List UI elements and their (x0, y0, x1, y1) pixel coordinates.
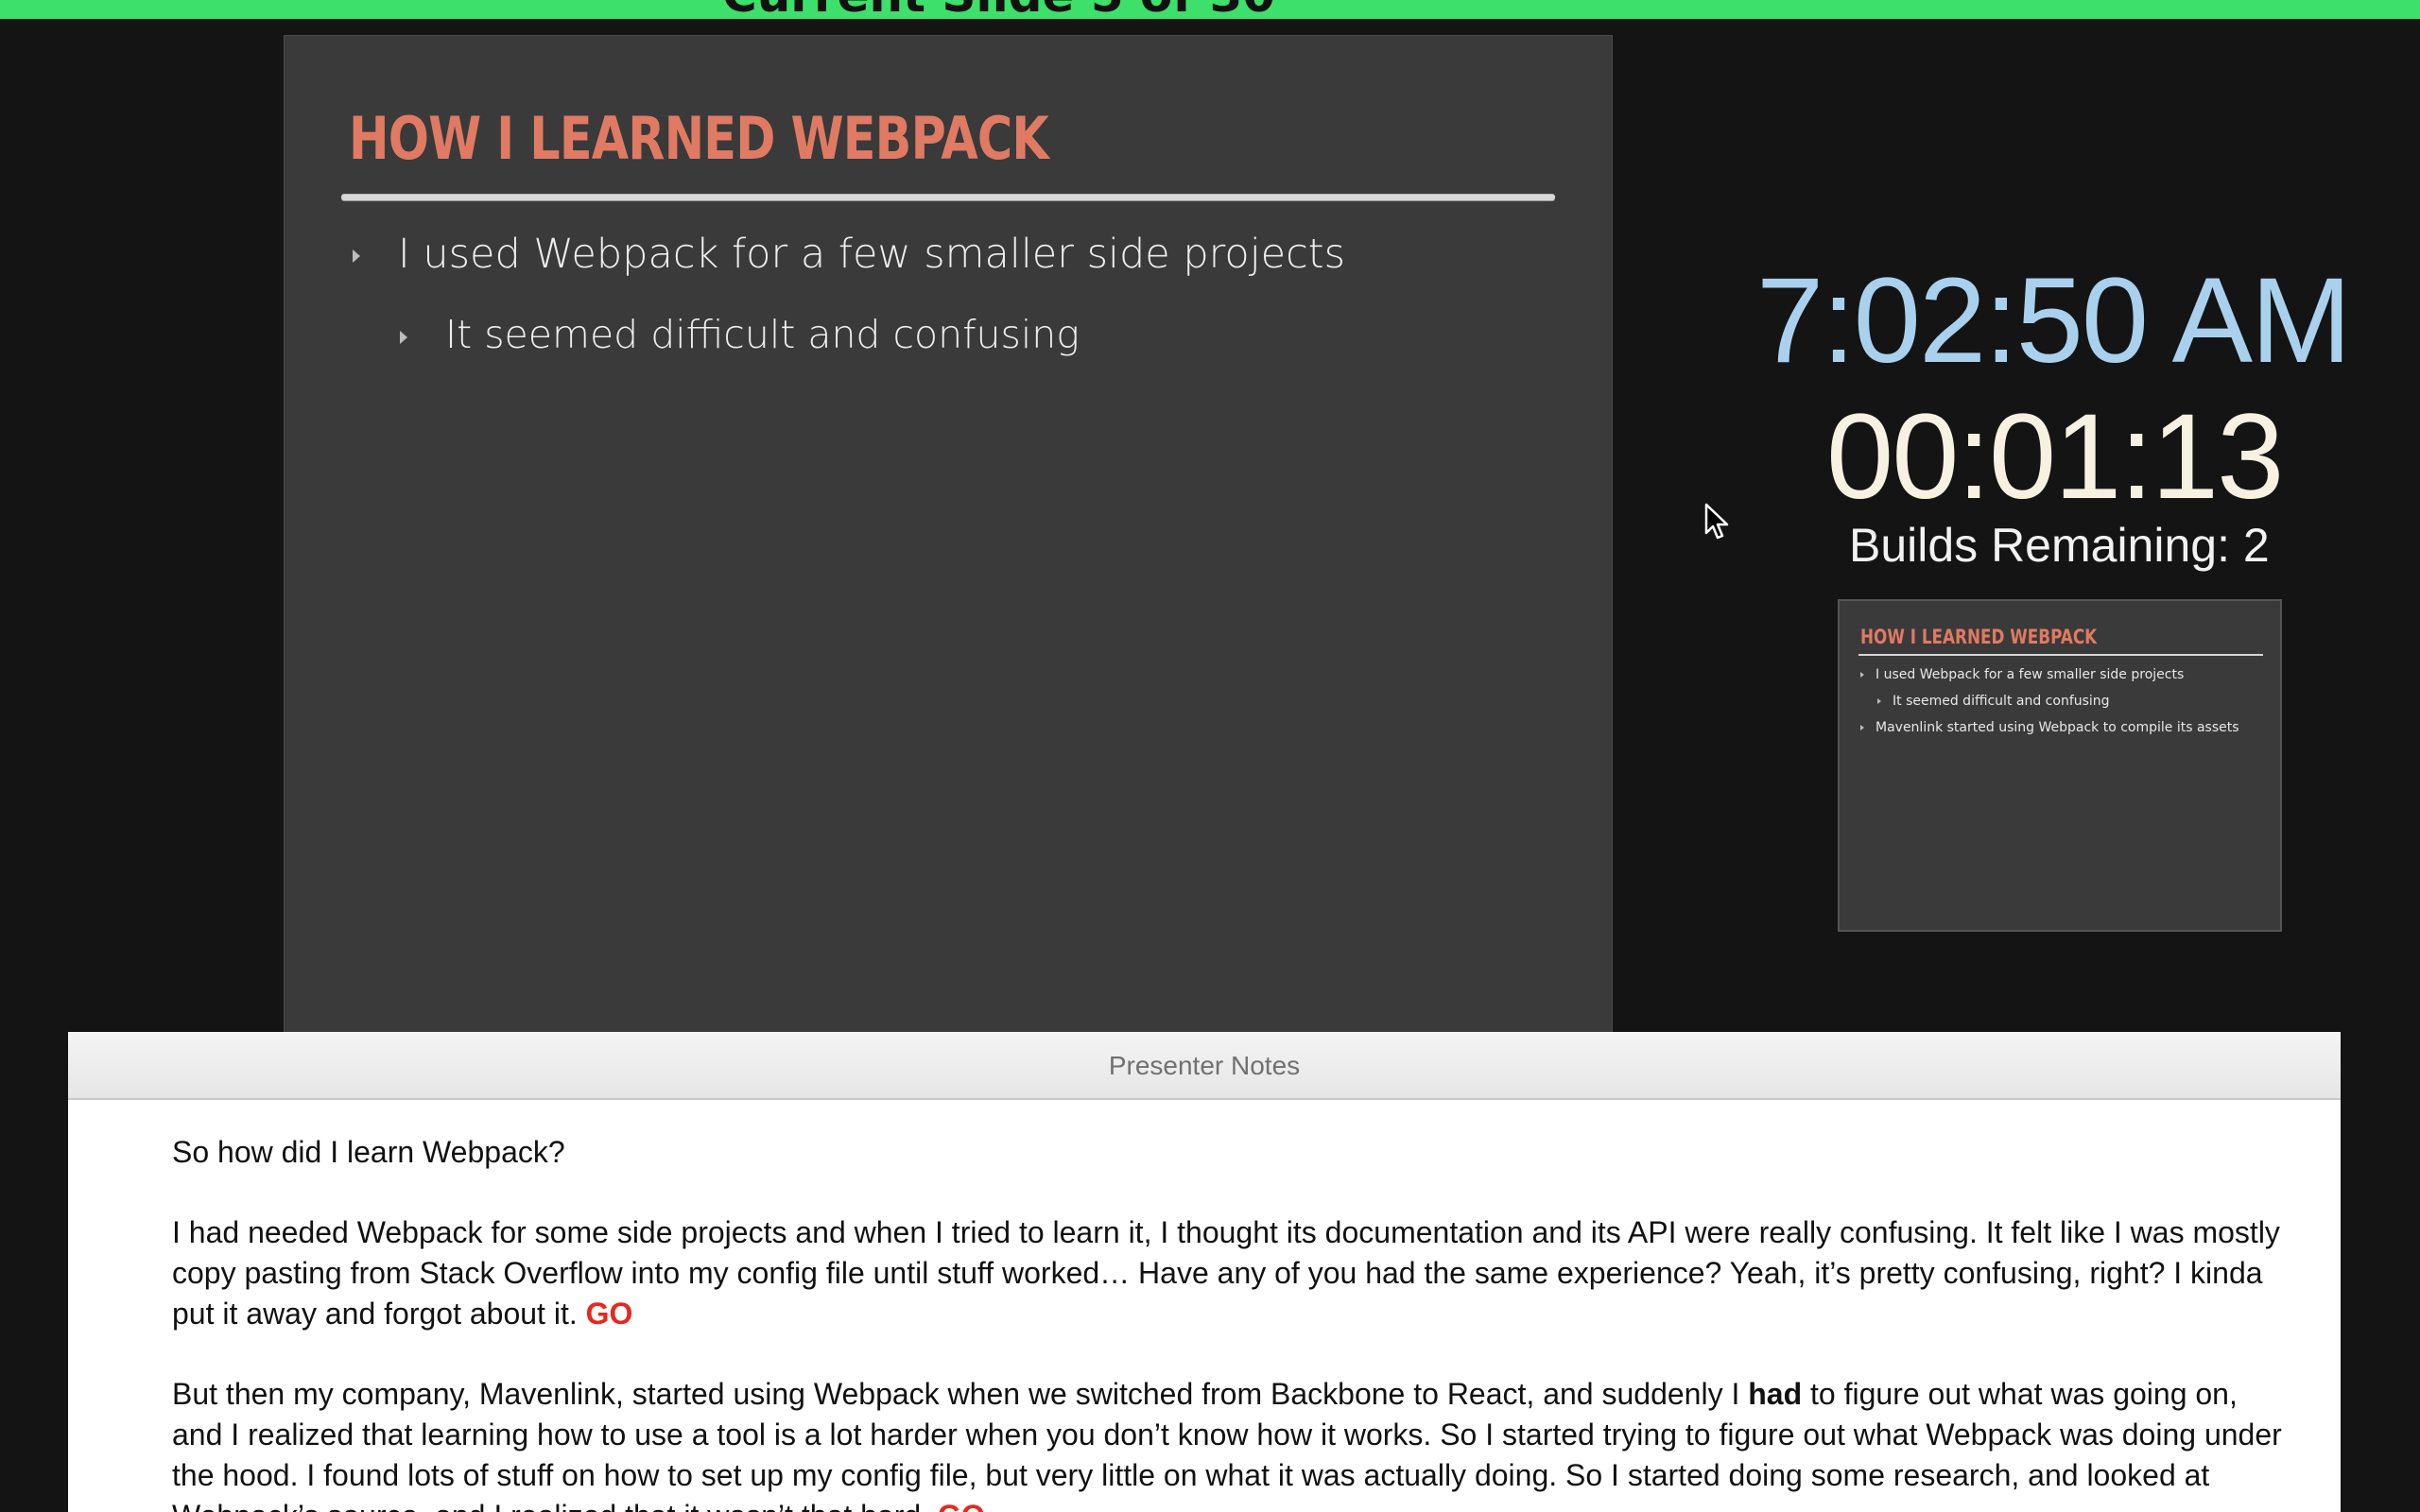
next-slide-title: HOW I LEARNED WEBPACK (1860, 626, 2098, 648)
slide-title-underline (341, 195, 1555, 200)
slide-bullet-text: It seemed difficult and confusing (445, 312, 1080, 357)
slide-bullet-text: I used Webpack for a few smaller side pr… (398, 231, 1346, 278)
presenter-notes-title: Presenter Notes (1108, 1051, 1301, 1080)
bullet-arrow-icon (353, 249, 360, 263)
notes-text: I had needed Webpack for some side proje… (172, 1215, 2280, 1331)
presenter-notes-text[interactable]: So how did I learn Webpack? I had needed… (172, 1132, 2290, 1512)
go-cue: GO (938, 1499, 985, 1512)
presenter-notes-header: Presenter Notes (68, 1032, 2341, 1100)
slide-sub-bullet: It seemed difficult and confusing (400, 312, 1080, 357)
top-status-bar: Current Slide 5 of 30 (0, 0, 2420, 19)
notes-paragraph: So how did I learn Webpack? (172, 1132, 2290, 1173)
mouse-cursor-icon (1704, 503, 1729, 540)
current-slide-label: Current Slide 5 of 30 (722, 0, 1275, 19)
next-slide-title-underline (1858, 654, 2263, 656)
next-slide-bullet-text: Mavenlink started using Webpack to compi… (1876, 720, 2239, 735)
next-slide-bullet-text: It seemed difficult and confusing (1893, 694, 2110, 709)
next-slide-bullet: I used Webpack for a few smaller side pr… (1860, 667, 2185, 682)
notes-emphasis: had (1748, 1377, 1803, 1411)
current-slide: HOW I LEARNED WEBPACK I used Webpack for… (284, 35, 1613, 1033)
go-cue: GO (585, 1297, 633, 1331)
notes-paragraph: I had needed Webpack for some side proje… (172, 1212, 2290, 1334)
notes-paragraph: But then my company, Mavenlink, started … (172, 1374, 2290, 1512)
next-slide-preview[interactable]: HOW I LEARNED WEBPACK I used Webpack for… (1838, 599, 2282, 932)
notes-text: But then my company, Mavenlink, started … (172, 1377, 1749, 1411)
next-slide-sub-bullet: It seemed difficult and confusing (1877, 694, 2110, 709)
bullet-arrow-icon (1877, 698, 1881, 704)
slide-bullet: I used Webpack for a few smaller side pr… (353, 231, 1346, 278)
builds-remaining: Builds Remaining: 2 (1849, 519, 2270, 572)
current-time: 7:02:50 AM (1756, 253, 2352, 388)
bullet-arrow-icon (400, 331, 407, 344)
notes-text: So how did I learn Webpack? (172, 1135, 565, 1169)
bullet-arrow-icon (1860, 725, 1864, 730)
next-slide-bullet-text: I used Webpack for a few smaller side pr… (1876, 667, 2185, 682)
next-slide-bullet: Mavenlink started using Webpack to compi… (1860, 720, 2239, 735)
slide-title: HOW I LEARNED WEBPACK (349, 104, 1049, 173)
elapsed-timer[interactable]: 00:01:13 (1826, 387, 2284, 526)
presenter-notes-panel[interactable]: Presenter Notes So how did I learn Webpa… (68, 1032, 2341, 1512)
bullet-arrow-icon (1860, 672, 1864, 678)
